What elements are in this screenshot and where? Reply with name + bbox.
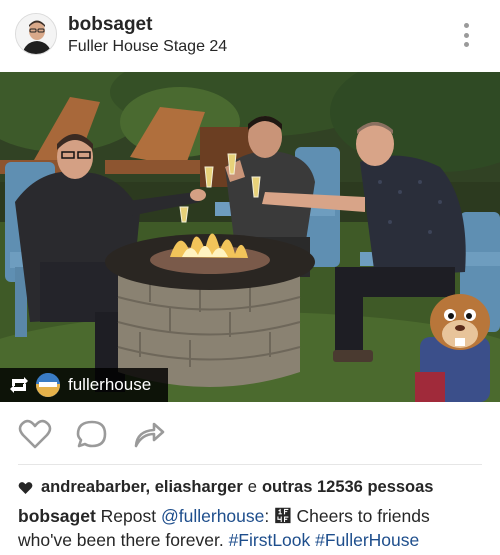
repost-username: fullerhouse <box>68 375 152 394</box>
likes-line: andreabarber, eliasharger e outras 12536… <box>18 478 434 497</box>
likes-names[interactable]: andreabarber, eliasharger <box>41 478 243 497</box>
more-dot <box>463 32 469 38</box>
repost-avatar <box>36 373 60 397</box>
action-bar <box>0 402 500 464</box>
fire-pit <box>105 233 315 387</box>
caption-username[interactable]: bobsaget <box>18 506 96 526</box>
post-username[interactable]: bobsaget <box>68 14 152 36</box>
post-header: bobsaget Fuller House Stage 24 <box>0 0 500 72</box>
post-location[interactable]: Fuller House Stage 24 <box>68 38 227 56</box>
share-arrow-icon[interactable] <box>132 419 166 449</box>
profile-avatar[interactable] <box>15 13 57 55</box>
more-dot <box>463 42 469 47</box>
more-dot <box>463 23 469 28</box>
likes-others[interactable]: outras 12536 pessoas <box>262 478 434 497</box>
photo-scene <box>0 72 500 402</box>
caption-mention[interactable]: @fullerhouse <box>161 506 264 526</box>
comment-bubble-icon[interactable] <box>75 419 109 449</box>
likes-conjunction: e <box>247 478 257 496</box>
post-caption: bobsaget Repost @fullerhouse: ὏ Cheers t… <box>18 504 488 552</box>
heart-outline-icon[interactable] <box>18 419 52 449</box>
caption-hashtag-firstlook[interactable]: #FirstLook <box>229 530 311 550</box>
more-options-icon[interactable] <box>455 20 477 50</box>
caption-hashtag-fullerhouse[interactable]: #FullerHouse <box>315 530 419 550</box>
divider <box>18 464 482 465</box>
avatar-portrait <box>16 14 56 54</box>
repost-icon <box>10 377 28 393</box>
heart-filled-icon <box>18 481 33 494</box>
repost-tag[interactable]: fullerhouse <box>0 368 168 402</box>
post-photo[interactable] <box>0 72 500 402</box>
caption-text-start: Repost <box>100 506 157 526</box>
